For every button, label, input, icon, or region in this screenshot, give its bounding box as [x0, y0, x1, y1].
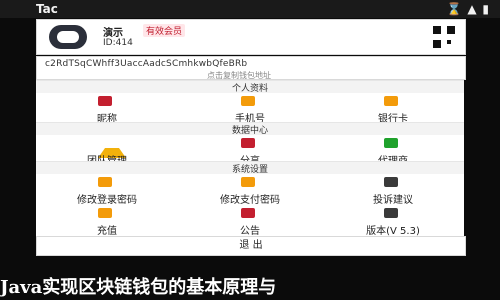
profile-name: 演示: [103, 28, 123, 39]
section-data: 数据中心: [36, 122, 464, 136]
grid-item-label: 充值: [97, 226, 117, 237]
bottom-banner: Java实现区块链钱包的基本原理与: [0, 268, 500, 300]
status-icons: ⌛ ▲ ▮: [446, 2, 490, 16]
card-icon: [384, 96, 398, 106]
grid-item-change-pay-password[interactable]: 修改支付密码: [179, 174, 321, 208]
profile-id: ID:414: [103, 38, 133, 48]
member-badge: 有效会员: [143, 24, 186, 37]
status-bar: Tac ⌛ ▲ ▮: [0, 0, 500, 18]
recharge-icon: [98, 208, 112, 218]
version-icon: [384, 208, 398, 218]
system-grid-row-2: 充值 公告 版本(V 5.3): [36, 205, 464, 240]
grid-item-change-login-password[interactable]: 修改登录密码: [36, 174, 178, 208]
agent-icon: [384, 138, 398, 148]
system-grid-row-1: 修改登录密码 修改支付密码 投诉建议: [36, 174, 464, 209]
qr-code-icon[interactable]: [433, 26, 455, 48]
banner-text: Java实现区块链钱包的基本原理与: [0, 277, 277, 298]
grid-item-label: 投诉建议: [373, 195, 413, 206]
grid-item-complaint[interactable]: 投诉建议: [322, 174, 464, 208]
lock-icon: [98, 177, 112, 187]
section-system: 系统设置: [36, 161, 464, 175]
announcement-icon: [241, 208, 255, 218]
grid-item-announcement[interactable]: 公告: [179, 205, 321, 239]
person-icon: [98, 96, 112, 106]
key-icon: [241, 177, 255, 187]
grid-item-label: 公告: [240, 226, 260, 237]
phone-icon: [241, 96, 255, 106]
profile-card[interactable]: 演示 有效会员 ID:414: [36, 19, 466, 55]
wallet-address-card[interactable]: c2RdTSqCWhff3UaccAadcSCmhkwbQfeBRb 点击复制钱…: [36, 56, 466, 80]
section-personal: 个人资料: [36, 80, 464, 94]
grid-item-label: 修改登录密码: [77, 195, 137, 206]
wallet-address[interactable]: c2RdTSqCWhff3UaccAadcSCmhkwbQfeBRb: [45, 59, 247, 69]
complaint-icon: [384, 177, 398, 187]
avatar-icon: [49, 25, 87, 49]
grid-item-version[interactable]: 版本(V 5.3): [322, 205, 464, 239]
app-title: Tac: [36, 2, 58, 16]
grid-item-label: 修改支付密码: [220, 195, 280, 206]
share-icon: [241, 138, 255, 148]
grid-item-label: 版本(V 5.3): [366, 226, 420, 237]
grid-item-recharge[interactable]: 充值: [36, 205, 178, 239]
logout-button[interactable]: 退 出: [36, 236, 466, 256]
